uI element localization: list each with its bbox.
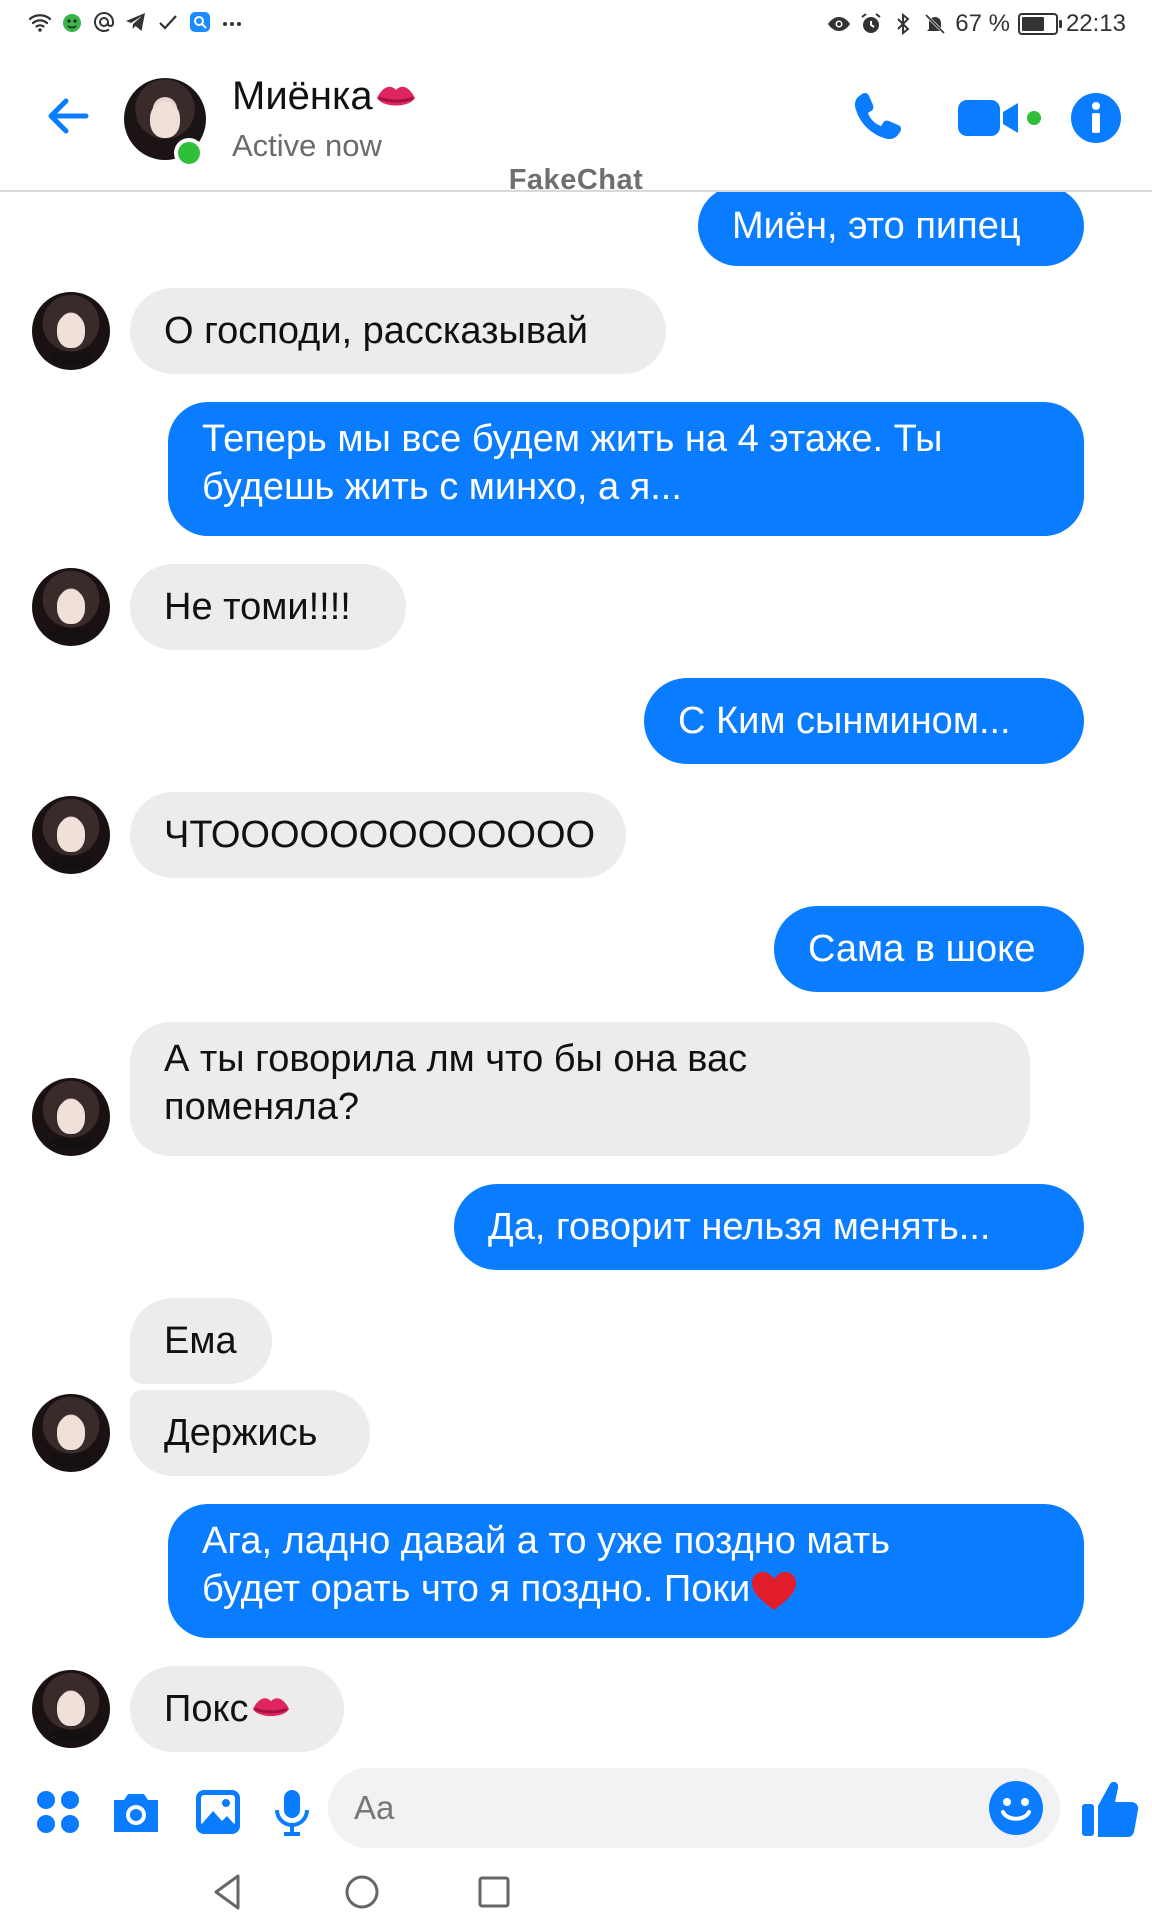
message-outgoing[interactable]: Миён, это пипец xyxy=(698,192,1084,266)
contact-avatar-small[interactable] xyxy=(32,1078,110,1156)
message-text: Миён, это пипец xyxy=(732,205,1021,247)
clock: 22:13 xyxy=(1065,10,1126,37)
status-bar: 67 % 22:13 xyxy=(0,0,1152,48)
contact-avatar-small[interactable] xyxy=(32,568,110,646)
message-line: Ага, ладно давай а то уже поздно мать xyxy=(202,1520,891,1562)
contact-name[interactable]: Миёнка xyxy=(232,74,419,119)
apps-icon[interactable] xyxy=(30,1784,86,1840)
microphone-icon[interactable] xyxy=(264,1784,320,1840)
message-outgoing[interactable]: Ага, ладно давай а то уже поздно мать бу… xyxy=(168,1504,1084,1638)
message-incoming[interactable]: Не томи!!!! xyxy=(130,564,406,650)
message-line: будет орать что я поздно. Поки xyxy=(202,1568,751,1610)
telegram-icon xyxy=(126,13,145,31)
alarm-icon xyxy=(861,13,881,33)
kiss-lips-icon xyxy=(376,87,415,106)
message-text: ЧТООООООООООООО xyxy=(164,814,596,856)
message-incoming[interactable]: Ема xyxy=(130,1298,272,1384)
watermark: FakeChat xyxy=(508,164,644,196)
message-input[interactable]: Aa xyxy=(328,1768,1060,1848)
message-list[interactable]: Миён, это пипец О господи, рассказывай Т… xyxy=(0,192,1152,1754)
message-outgoing[interactable]: Теперь мы все будем жить на 4 этаже. Ты … xyxy=(168,402,1084,536)
emoji-icon[interactable] xyxy=(988,1780,1044,1836)
recents-square-icon[interactable] xyxy=(472,1870,516,1914)
phone-call-icon[interactable] xyxy=(848,88,908,148)
wifi-icon xyxy=(28,14,52,32)
kiss-lips-icon xyxy=(252,1698,289,1717)
status-left-icons xyxy=(28,10,244,34)
message-line-with-emoji: будет орать что я поздно. Поки xyxy=(202,1565,1050,1613)
at-icon xyxy=(94,12,114,32)
contact-avatar-small[interactable] xyxy=(32,1670,110,1748)
thumbs-up-icon[interactable] xyxy=(1080,1776,1140,1840)
message-text: Да, говорит нельзя менять... xyxy=(488,1206,991,1248)
search-app-icon xyxy=(190,12,210,32)
message-incoming[interactable]: О господи, рассказывай xyxy=(130,288,666,374)
bluetooth-icon xyxy=(897,12,910,36)
message-line: будешь жить с минхо, а я... xyxy=(202,466,682,508)
back-triangle-icon[interactable] xyxy=(206,1870,250,1914)
message-line: Теперь мы все будем жить на 4 этаже. Ты xyxy=(202,418,943,460)
message-input-placeholder: Aa xyxy=(354,1789,395,1826)
eye-icon xyxy=(828,17,851,31)
battery-percent: 67 % xyxy=(955,10,1010,37)
message-text: О господи, рассказывай xyxy=(164,310,588,352)
android-icon xyxy=(63,14,81,32)
more-dots-icon xyxy=(223,22,241,26)
message-line: А ты говорила лм что бы она вас xyxy=(164,1038,748,1080)
message-incoming[interactable]: Покс xyxy=(130,1666,344,1752)
contact-avatar-small[interactable] xyxy=(32,1394,110,1472)
message-text: С Ким сынмином... xyxy=(678,700,1011,742)
message-outgoing[interactable]: Сама в шоке xyxy=(774,906,1084,992)
message-composer: Aa xyxy=(0,1754,1152,1864)
message-text: Сама в шоке xyxy=(808,928,1036,970)
message-outgoing[interactable]: С Ким сынмином... xyxy=(644,678,1084,764)
message-text: Не томи!!!! xyxy=(164,586,351,628)
message-incoming[interactable]: А ты говорила лм что бы она вас поменяла… xyxy=(130,1022,1030,1156)
message-text: Покс xyxy=(164,1688,249,1730)
camera-icon[interactable] xyxy=(108,1784,164,1840)
message-incoming[interactable]: ЧТООООООООООООО xyxy=(130,792,626,878)
red-heart-icon xyxy=(752,1571,797,1610)
info-icon[interactable] xyxy=(1070,92,1122,144)
video-call-icon[interactable] xyxy=(956,88,1046,148)
system-nav-bar xyxy=(0,1864,1152,1920)
home-circle-icon[interactable] xyxy=(340,1870,384,1914)
status-right-icons: 67 % 22:13 xyxy=(827,10,1126,38)
contact-status: Active now xyxy=(232,128,382,163)
message-text: Держись xyxy=(164,1412,318,1454)
contact-name-text: Миёнка xyxy=(232,74,373,118)
message-outgoing[interactable]: Да, говорит нельзя менять... xyxy=(454,1184,1084,1270)
message-line: поменяла? xyxy=(164,1086,359,1128)
back-arrow-icon[interactable] xyxy=(40,88,96,144)
message-text: Ема xyxy=(164,1320,237,1362)
contact-avatar-small[interactable] xyxy=(32,796,110,874)
gallery-icon[interactable] xyxy=(190,1784,246,1840)
check-icon xyxy=(159,15,177,30)
mute-icon xyxy=(925,13,946,35)
message-incoming[interactable]: Держись xyxy=(130,1390,370,1476)
contact-avatar-small[interactable] xyxy=(32,292,110,370)
battery-icon xyxy=(1017,13,1062,35)
messenger-screen: 67 % 22:13 Миёнка Active now FakeChat Ми… xyxy=(0,0,1152,1920)
